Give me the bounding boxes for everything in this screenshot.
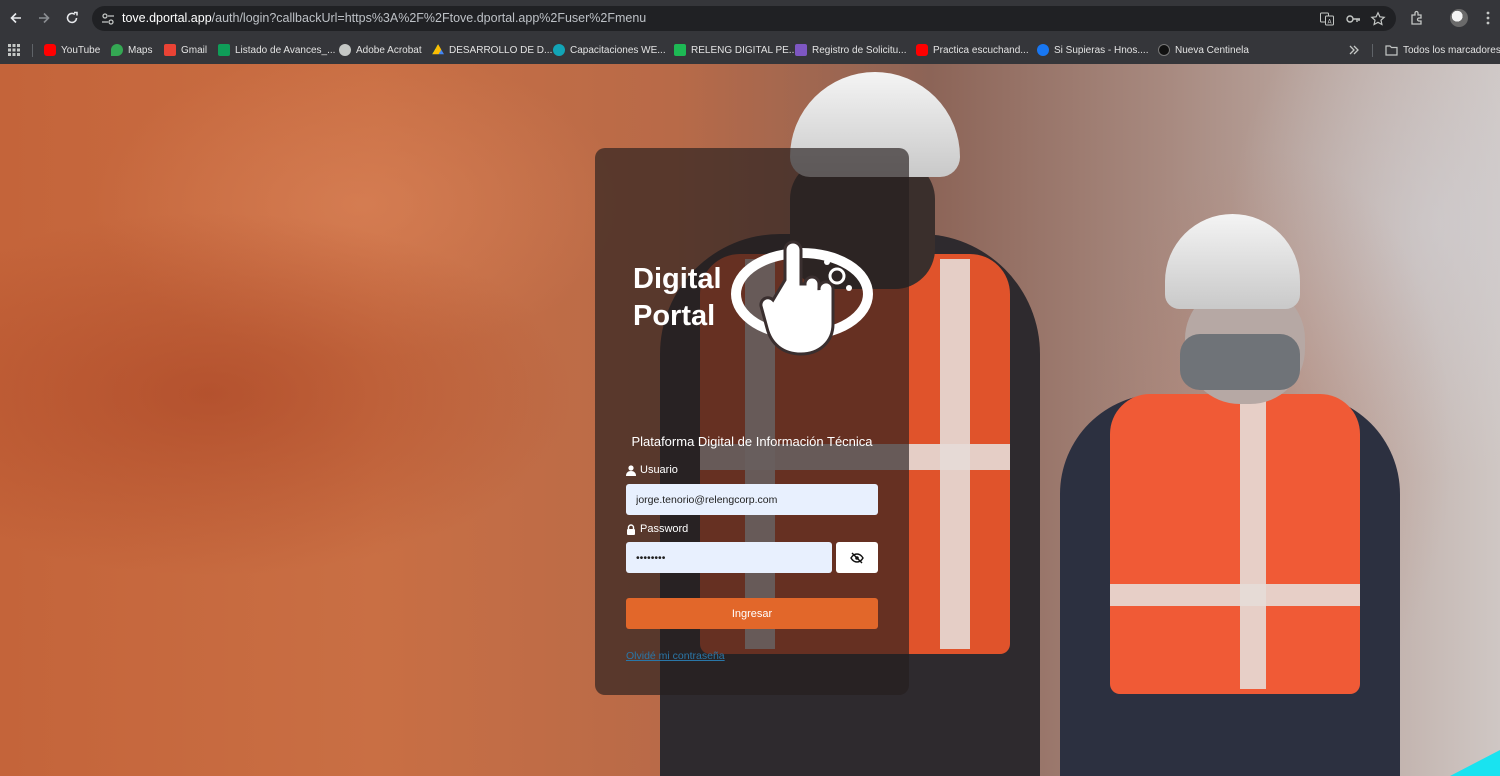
- forward-arrow-icon[interactable]: [34, 8, 54, 28]
- site-icon: [1158, 44, 1170, 56]
- password-input[interactable]: [626, 542, 832, 573]
- bookmark-label: Si Supieras - Hnos....: [1054, 44, 1149, 56]
- translate-icon[interactable]: A: [1319, 11, 1335, 27]
- drive-icon: [432, 44, 444, 55]
- bookmark-item[interactable]: Si Supieras - Hnos....: [1037, 41, 1148, 59]
- bookmark-item[interactable]: DESARROLLO DE D...: [432, 41, 552, 59]
- bookmarks-divider: [32, 44, 33, 57]
- username-label: Usuario: [626, 464, 678, 476]
- all-bookmarks-label: Todos los marcadores: [1403, 44, 1500, 56]
- url-text[interactable]: tove.dportal.app/auth/login?callbackUrl=…: [122, 11, 646, 25]
- youtube-icon: [916, 44, 928, 56]
- url-host: tove.dportal.app: [122, 11, 212, 25]
- globe-icon: [339, 44, 351, 56]
- url-path: /auth/login?callbackUrl=https%3A%2F%2Fto…: [211, 11, 647, 25]
- bookmark-label: YouTube: [61, 44, 101, 56]
- password-label-text: Password: [640, 523, 689, 535]
- login-card: Digital Portal Plataforma Digital de Inf…: [595, 148, 909, 695]
- bookmarks-bar: YouTube Maps Gmail Listado de Avances_..…: [0, 36, 1500, 65]
- all-bookmarks-button[interactable]: Todos los marcadores: [1385, 41, 1500, 59]
- star-icon[interactable]: [1370, 11, 1386, 27]
- forms-icon: [795, 44, 807, 56]
- profile-avatar[interactable]: [1450, 9, 1468, 27]
- folder-icon: [1385, 45, 1398, 56]
- bookmark-label: Nueva Centinela: [1175, 44, 1249, 56]
- app-logo-text: Digital Portal: [633, 261, 722, 335]
- site-settings-icon[interactable]: [100, 11, 116, 27]
- maps-icon: [111, 44, 123, 56]
- logo-line-1: Digital: [633, 263, 722, 295]
- bookmarks-divider: [1372, 44, 1373, 57]
- login-submit-button[interactable]: Ingresar: [626, 598, 878, 629]
- bookmark-label: Practica escuchand...: [933, 44, 1029, 56]
- toggle-password-visibility-button[interactable]: [836, 542, 878, 573]
- extensions-icon[interactable]: [1408, 9, 1426, 27]
- decorative-corner: [1450, 750, 1500, 776]
- youtube-icon: [44, 44, 56, 56]
- bookmark-label: DESARROLLO DE D...: [449, 44, 553, 56]
- bookmark-label: Registro de Solicitu...: [812, 44, 907, 56]
- site-icon: [553, 44, 565, 56]
- back-arrow-icon[interactable]: [6, 8, 26, 28]
- bookmark-item[interactable]: Practica escuchand...: [916, 41, 1029, 59]
- reload-icon[interactable]: [62, 8, 82, 28]
- bookmark-item[interactable]: Gmail: [164, 41, 207, 59]
- password-label: Password: [626, 523, 688, 535]
- eye-slash-icon: [850, 552, 864, 563]
- bookmark-label: Capacitaciones WE...: [570, 44, 666, 56]
- chevron-right-icon[interactable]: [1348, 41, 1360, 59]
- bookmark-label: Maps: [128, 44, 153, 56]
- browser-toolbar: tove.dportal.app/auth/login?callbackUrl=…: [0, 0, 1500, 36]
- bookmark-item[interactable]: Adobe Acrobat: [339, 41, 422, 59]
- bookmark-item[interactable]: YouTube: [44, 41, 100, 59]
- bookmark-label: Listado de Avances_...: [235, 44, 336, 56]
- bookmark-item[interactable]: Registro de Solicitu...: [795, 41, 907, 59]
- bookmark-label: Adobe Acrobat: [356, 44, 422, 56]
- bookmark-item[interactable]: Capacitaciones WE...: [553, 41, 666, 59]
- gmail-icon: [164, 44, 176, 56]
- username-label-text: Usuario: [640, 464, 678, 476]
- bookmark-item[interactable]: Nueva Centinela: [1158, 41, 1249, 59]
- platform-subtitle: Plataforma Digital de Información Técnic…: [631, 434, 873, 449]
- forgot-password-link[interactable]: Olvidé mi contraseña: [626, 650, 725, 662]
- username-input[interactable]: [626, 484, 878, 515]
- bookmark-label: RELENG DIGITAL PE...: [691, 44, 798, 56]
- logo-line-2: Portal: [633, 300, 716, 332]
- login-page: Digital Portal Plataforma Digital de Inf…: [0, 64, 1500, 776]
- user-icon: [626, 464, 636, 476]
- apps-grid-icon[interactable]: [7, 41, 21, 59]
- more-menu-icon[interactable]: [1479, 9, 1497, 27]
- facebook-icon: [1037, 44, 1049, 56]
- sheets-icon: [218, 44, 230, 56]
- bookmark-label: Gmail: [181, 44, 208, 56]
- pointing-hand-logo-icon: [731, 240, 873, 356]
- site-icon: [674, 44, 686, 56]
- bookmark-item[interactable]: Listado de Avances_...: [218, 41, 335, 59]
- bookmark-item[interactable]: Maps: [111, 41, 152, 59]
- address-bar[interactable]: tove.dportal.app/auth/login?callbackUrl=…: [92, 6, 1396, 31]
- key-icon[interactable]: [1345, 11, 1361, 27]
- lock-icon: [627, 523, 635, 535]
- bookmark-item[interactable]: RELENG DIGITAL PE...: [674, 41, 797, 59]
